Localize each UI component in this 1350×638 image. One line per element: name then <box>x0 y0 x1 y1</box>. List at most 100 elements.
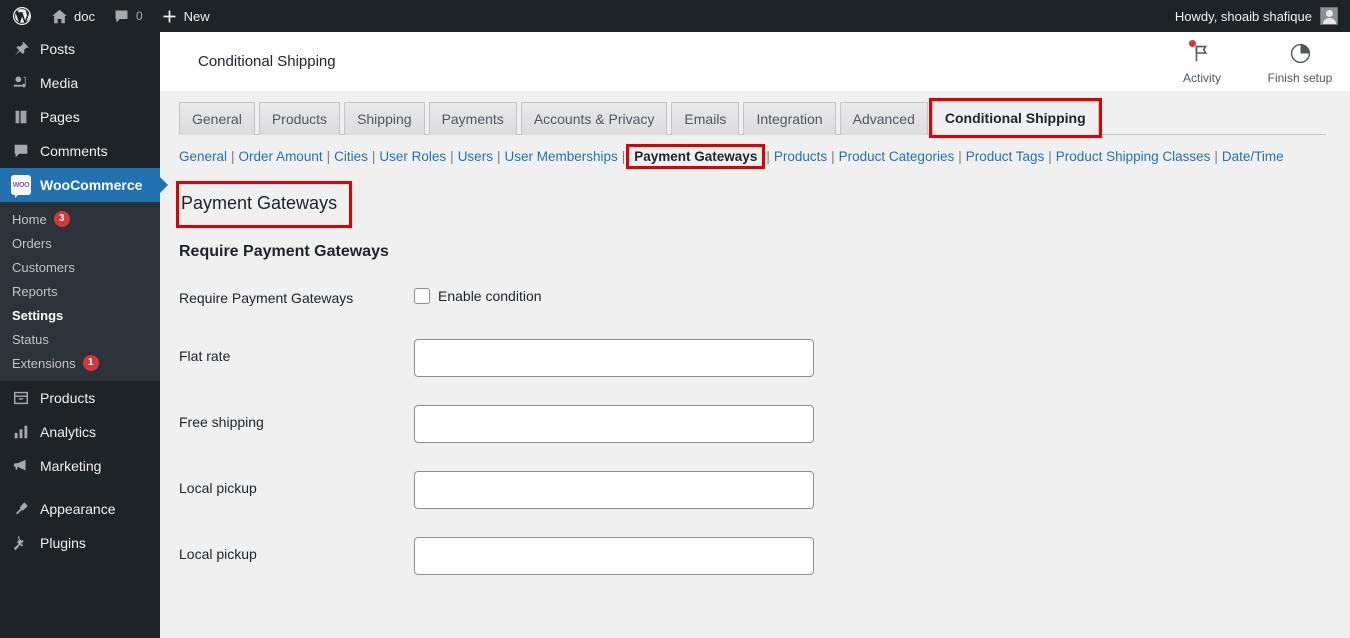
sidebar-item-label: Plugins <box>40 535 86 551</box>
subnav-link-user-roles[interactable]: User Roles <box>379 149 446 164</box>
tab-accounts-privacy[interactable]: Accounts & Privacy <box>520 102 668 135</box>
new-content-button[interactable]: New <box>152 0 219 32</box>
submenu-item-orders[interactable]: Orders <box>0 231 160 255</box>
activity-button[interactable]: Activity <box>1166 40 1238 85</box>
pin-icon <box>11 39 31 59</box>
submenu-item-label: Customers <box>12 259 75 275</box>
progress-circle-icon <box>1289 41 1312 65</box>
sidebar-item-comments[interactable]: Comments <box>0 134 160 168</box>
subnav-link-users[interactable]: Users <box>458 149 493 164</box>
enable-condition-checkbox[interactable] <box>414 288 430 304</box>
subnav-separator: | <box>958 149 962 164</box>
form-field: Enable condition <box>414 281 999 304</box>
sidebar-divider <box>0 483 160 492</box>
subnav-link-products[interactable]: Products <box>774 149 827 164</box>
subnav-link-product-tags[interactable]: Product Tags <box>966 149 1045 164</box>
submenu-item-label: Reports <box>12 283 58 299</box>
woocommerce-submenu: Home 3 Orders Customers Reports Settings… <box>0 202 160 381</box>
tab-advanced[interactable]: Advanced <box>839 102 928 135</box>
tab-integration[interactable]: Integration <box>743 102 836 135</box>
main-content: Conditional Shipping Activity Finish set… <box>160 32 1350 638</box>
wordpress-logo-button[interactable] <box>0 0 42 32</box>
sidebar-item-label: Posts <box>40 41 76 57</box>
new-label: New <box>183 8 210 24</box>
plugins-icon <box>11 533 31 553</box>
subnav-link-order-amount[interactable]: Order Amount <box>239 149 323 164</box>
sidebar-item-marketing[interactable]: Marketing <box>0 449 160 483</box>
form-label: Free shipping <box>179 414 264 430</box>
account-menu[interactable]: Howdy, shoaib shafique <box>1175 7 1350 25</box>
sidebar-item-woocommerce[interactable]: WOO WooCommerce <box>0 168 168 202</box>
subnav-link-product-shipping-classes[interactable]: Product Shipping Classes <box>1056 149 1211 164</box>
settings-form: Require Payment Gateways Enable conditio… <box>179 281 999 575</box>
tab-products[interactable]: Products <box>258 102 341 135</box>
subnav-link-cities[interactable]: Cities <box>334 149 368 164</box>
local-pickup-input-1[interactable] <box>414 471 814 509</box>
subnav-separator: | <box>231 149 235 164</box>
site-name-button[interactable]: doc <box>42 0 104 32</box>
form-field <box>414 405 999 443</box>
activity-notification-dot <box>1189 40 1196 47</box>
sidebar-item-label: Appearance <box>40 501 116 517</box>
form-field <box>414 339 999 377</box>
comment-bubble-icon <box>113 8 130 25</box>
settings-tabs-wrapper: General Products Shipping Payments Accou… <box>160 91 1350 138</box>
tab-emails[interactable]: Emails <box>671 102 740 135</box>
pages-icon <box>11 107 31 127</box>
flag-icon <box>1189 40 1213 65</box>
subnav-separator: | <box>371 149 376 164</box>
page-title: Conditional Shipping <box>198 53 336 70</box>
subnav-separator: | <box>621 149 626 164</box>
finish-setup-button[interactable]: Finish setup <box>1264 41 1336 85</box>
tab-payments[interactable]: Payments <box>428 102 517 135</box>
submenu-item-settings[interactable]: Settings <box>0 303 160 327</box>
subnav-separator: | <box>326 149 331 164</box>
subnav-link-user-memberships[interactable]: User Memberships <box>504 149 617 164</box>
form-label: Local pickup <box>179 480 257 496</box>
subnav-current-payment-gateways[interactable]: Payment Gateways <box>626 144 766 169</box>
admin-bar: doc 0 New Howdy, shoaib shafique <box>0 0 1350 32</box>
sidebar-item-plugins[interactable]: Plugins <box>0 526 160 560</box>
sidebar-item-products[interactable]: Products <box>0 381 160 415</box>
local-pickup-input-2[interactable] <box>414 537 814 575</box>
submenu-item-extensions[interactable]: Extensions 1 <box>0 351 160 375</box>
free-shipping-input[interactable] <box>414 405 814 443</box>
form-label: Local pickup <box>179 546 257 562</box>
subnav-link-general[interactable]: General <box>179 149 227 164</box>
sidebar-item-analytics[interactable]: Analytics <box>0 415 160 449</box>
submenu-item-home[interactable]: Home 3 <box>0 207 160 231</box>
tab-shipping[interactable]: Shipping <box>344 102 425 135</box>
section-heading: Payment Gateways <box>175 181 353 228</box>
submenu-item-customers[interactable]: Customers <box>0 255 160 279</box>
subnav-link-date-time[interactable]: Date/Time <box>1222 149 1284 164</box>
finish-setup-label: Finish setup <box>1267 71 1333 85</box>
appearance-icon <box>11 499 31 519</box>
sidebar-item-label: WooCommerce <box>40 177 143 193</box>
sidebar-item-label: Analytics <box>40 424 97 440</box>
settings-tabs: General Products Shipping Payments Accou… <box>179 98 1326 138</box>
comments-bubble-button[interactable]: 0 <box>104 0 152 32</box>
sidebar-item-pages[interactable]: Pages <box>0 100 160 134</box>
analytics-icon <box>11 422 31 442</box>
sidebar-item-media[interactable]: Media <box>0 66 160 100</box>
submenu-item-status[interactable]: Status <box>0 327 160 351</box>
form-row-require-payment-gateways: Require Payment Gateways Enable conditio… <box>179 281 999 307</box>
tab-general[interactable]: General <box>179 102 255 135</box>
form-row-local-pickup-2: Local pickup <box>179 537 999 575</box>
subnav-separator: | <box>1048 149 1052 164</box>
sidebar-item-label: Marketing <box>40 458 102 474</box>
products-icon <box>11 388 31 408</box>
tab-conditional-shipping[interactable]: Conditional Shipping <box>928 98 1102 138</box>
flat-rate-input[interactable] <box>414 339 814 377</box>
site-name-label: doc <box>74 8 95 24</box>
sidebar-item-appearance[interactable]: Appearance <box>0 492 160 526</box>
subnav-separator: | <box>831 149 835 164</box>
form-field <box>414 471 999 509</box>
comment-count: 0 <box>135 9 143 23</box>
subnav-separator: | <box>496 149 501 164</box>
submenu-item-reports[interactable]: Reports <box>0 279 160 303</box>
sidebar-item-posts[interactable]: Posts <box>0 32 160 66</box>
subnav-link-product-categories[interactable]: Product Categories <box>839 149 955 164</box>
submenu-item-label: Extensions <box>12 355 76 371</box>
sidebar-item-label: Pages <box>40 109 80 125</box>
